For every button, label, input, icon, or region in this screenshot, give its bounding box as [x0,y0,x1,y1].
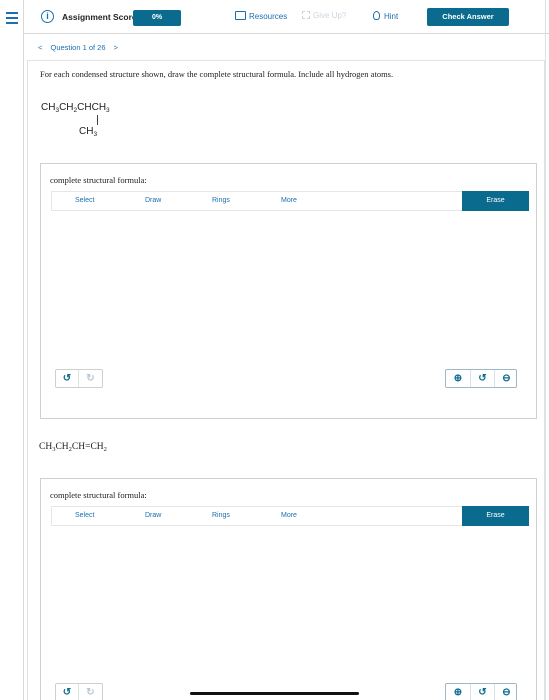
draw-tool[interactable]: Draw [145,512,161,519]
assignment-score-value: 0% [133,10,181,26]
answer-box-2: complete structural formula: Select Draw… [40,478,537,700]
more-tool[interactable]: More [281,512,297,519]
undo-icon[interactable]: ↺ [56,370,79,387]
next-question-button[interactable]: > [114,43,118,52]
undo-icon[interactable]: ↺ [56,684,79,700]
resources-button[interactable]: Resources [235,11,287,21]
right-edge-divider [545,0,546,700]
answer-box-1: complete structural formula: Select Draw… [40,163,537,419]
lightbulb-icon [373,11,380,20]
more-tool[interactable]: More [281,197,297,204]
undo-redo-group: ↺ ↻ [55,369,103,388]
left-rail [0,0,24,700]
draw-tool[interactable]: Draw [145,197,161,204]
zoom-group: ⊕ ↺ ⊖ [445,369,517,388]
question-nav: < Question 1 of 26 > [38,43,124,52]
check-answer-button[interactable]: Check Answer [427,8,509,26]
structure-1-branch: CH3 [79,126,98,138]
give-up-button: Give Up? [302,11,346,20]
zoom-reset-icon[interactable]: ↺ [470,684,494,700]
zoom-out-icon[interactable]: ⊖ [494,684,518,700]
condensed-structure-1: CH3CH2CHCH3 [41,102,110,114]
answer-label: complete structural formula: [50,490,147,500]
resources-label: Resources [249,12,288,21]
undo-redo-group: ↺ ↻ [55,683,103,700]
info-icon[interactable]: i [41,10,54,23]
hint-button[interactable]: Hint [373,11,398,21]
zoom-in-icon[interactable]: ⊕ [446,370,470,387]
redo-icon: ↻ [86,687,95,698]
drawing-toolbar: Select Draw Rings More Erase [51,506,529,526]
home-indicator [190,692,359,695]
folder-icon [235,11,246,20]
flag-icon [302,11,310,19]
give-up-label: Give Up? [313,11,347,20]
zoom-group: ⊕ ↺ ⊖ [445,683,517,700]
rings-tool[interactable]: Rings [212,512,230,519]
drawing-toolbar: Select Draw Rings More Erase [51,191,529,211]
zoom-out-icon[interactable]: ⊖ [494,370,518,387]
hint-label: Hint [384,12,399,21]
question-counter: Question 1 of 26 [50,43,106,52]
rings-tool[interactable]: Rings [212,197,230,204]
structure-1-bond [97,115,98,125]
erase-button[interactable]: Erase [462,506,529,526]
assignment-score-label: Assignment Score: [62,12,140,22]
erase-button[interactable]: Erase [462,191,529,211]
top-bar: i Assignment Score: 0% Resources Give Up… [24,0,549,34]
select-tool[interactable]: Select [75,197,94,204]
select-tool[interactable]: Select [75,512,94,519]
prev-question-button[interactable]: < [38,43,42,52]
condensed-structure-2: CH3CH2CH=CH2 [39,442,107,453]
zoom-reset-icon[interactable]: ↺ [470,370,494,387]
zoom-in-icon[interactable]: ⊕ [446,684,470,700]
question-prompt: For each condensed structure shown, draw… [40,69,394,79]
answer-label: complete structural formula: [50,175,147,185]
menu-icon[interactable] [6,12,18,24]
redo-icon: ↻ [86,373,95,384]
